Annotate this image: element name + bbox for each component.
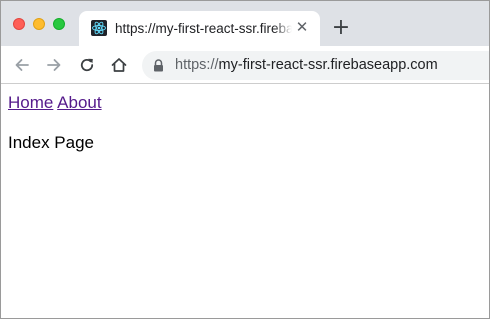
window-close-button[interactable] xyxy=(13,18,25,30)
url-host: my-first-react-ssr.firebaseapp.com xyxy=(218,57,438,73)
window-maximize-button[interactable] xyxy=(53,18,65,30)
home-link[interactable]: Home xyxy=(8,93,53,112)
arrow-left-icon xyxy=(15,59,29,71)
back-button[interactable] xyxy=(11,54,33,76)
forward-button[interactable] xyxy=(43,54,65,76)
page-heading: Index Page xyxy=(8,133,95,152)
url-scheme: https:// xyxy=(175,57,219,73)
browser-window: https://my-first-react-ssr.firebaseapp.c… xyxy=(0,0,490,319)
browser-toolbar: https://my-first-react-ssr.firebaseapp.c… xyxy=(1,46,489,84)
browser-tab[interactable]: https://my-first-react-ssr.firebaseapp.c… xyxy=(79,11,320,46)
lock-icon[interactable] xyxy=(153,59,164,72)
reload-button[interactable] xyxy=(76,54,98,76)
react-logo-icon xyxy=(91,20,107,36)
home-button[interactable] xyxy=(108,54,130,76)
tab-strip: https://my-first-react-ssr.firebaseapp.c… xyxy=(1,1,489,46)
address-bar[interactable]: https://my-first-react-ssr.firebaseapp.c… xyxy=(142,51,489,80)
new-tab-button[interactable]: + xyxy=(331,17,351,39)
url-text[interactable]: https://my-first-react-ssr.firebaseapp.c… xyxy=(175,56,438,75)
window-minimize-button[interactable] xyxy=(33,18,45,30)
arrow-right-icon xyxy=(47,59,61,71)
home-icon xyxy=(111,58,127,72)
page-nav: Home About xyxy=(8,93,102,113)
tab-title: https://my-first-react-ssr.firebaseapp.c… xyxy=(115,20,292,38)
about-link[interactable]: About xyxy=(57,93,101,112)
tab-close-icon[interactable]: ✕ xyxy=(295,20,309,35)
page-content: Home About Index Page xyxy=(1,85,489,318)
reload-icon xyxy=(80,58,94,72)
